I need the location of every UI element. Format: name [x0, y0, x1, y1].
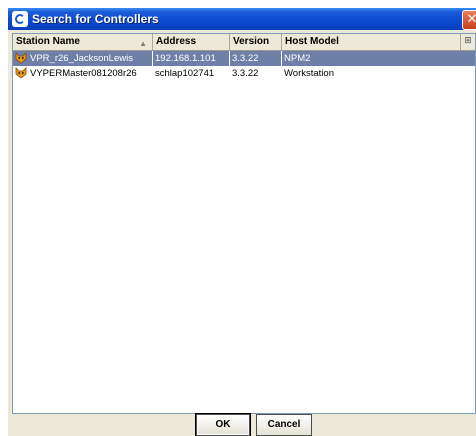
station-name-text: VYPERMaster081208r26	[30, 68, 137, 79]
table-header: Station Name ▲ Address Version Host Mode…	[13, 34, 475, 51]
controllers-table[interactable]: Station Name ▲ Address Version Host Mode…	[12, 33, 476, 414]
dialog-title: Search for Controllers	[32, 12, 159, 26]
search-for-controllers-dialog: Search for Controllers ✕ Station Name ▲ …	[8, 8, 476, 436]
cancel-button[interactable]: Cancel	[256, 414, 312, 436]
column-chooser-icon[interactable]: ⊞	[461, 34, 475, 50]
ok-button[interactable]: OK	[196, 414, 250, 436]
column-header-address-label: Address	[156, 36, 197, 47]
table-row[interactable]: VPR_r26_JacksonLewis 192.168.1.101 3.3.2…	[13, 51, 475, 66]
table-row[interactable]: VYPERMaster081208r26 schlap102741 3.3.22…	[13, 66, 475, 81]
sort-ascending-icon: ▲	[139, 39, 147, 48]
column-header-version[interactable]: Version	[230, 34, 282, 50]
address-cell: schlap102741	[155, 68, 215, 79]
column-header-station-name[interactable]: Station Name ▲	[13, 34, 153, 50]
fox-icon	[15, 67, 27, 79]
column-header-version-label: Version	[233, 36, 270, 47]
fox-icon	[15, 52, 27, 64]
version-cell: 3.3.22	[230, 51, 282, 66]
app-icon	[12, 11, 28, 27]
address-cell: 192.168.1.101	[153, 51, 230, 66]
version-cell: 3.3.22	[232, 68, 259, 79]
title-bar[interactable]: Search for Controllers ✕	[8, 8, 476, 30]
column-header-host-model-label: Host Model	[285, 36, 339, 47]
host-model-cell: Workstation	[284, 68, 334, 79]
column-header-host-model[interactable]: Host Model	[282, 34, 461, 50]
close-button[interactable]: ✕	[462, 10, 476, 30]
host-model-cell: NPM2	[284, 53, 311, 64]
station-name-cell: VPR_r26_JacksonLewis	[13, 51, 153, 66]
station-name-cell: VYPERMaster081208r26	[13, 66, 153, 81]
column-header-address[interactable]: Address	[153, 34, 230, 50]
station-name-text: VPR_r26_JacksonLewis	[30, 53, 133, 64]
column-header-station-name-label: Station Name	[16, 36, 80, 47]
